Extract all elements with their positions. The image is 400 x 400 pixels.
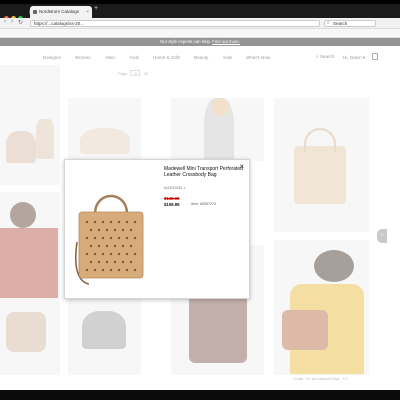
tab-strip: Nav · ... Nordstrom Catalogs × + bbox=[0, 4, 400, 21]
new-tab-button[interactable]: + bbox=[94, 5, 98, 12]
tab-label: Nordstrom Catalogs bbox=[39, 9, 80, 14]
browser-window: Nav · ... Nordstrom Catalogs × + ‹ › ↻ h… bbox=[0, 4, 400, 390]
search-icon: ⌕ bbox=[327, 20, 330, 26]
back-icon[interactable]: ‹ bbox=[4, 19, 6, 25]
quick-view-modal: × Madewell Mini Transport Perforated Lea… bbox=[64, 159, 250, 299]
bookmarks-bar: Ga...Search RSE...MAGELLAN PRE...My Acco… bbox=[0, 29, 400, 38]
tab-1[interactable]: Nordstrom Catalogs × bbox=[30, 6, 92, 18]
sale-price: $109.99 bbox=[164, 202, 180, 207]
address-bar: ‹ › ↻ https://...catalogs/ss-20... ⌕ Sea… bbox=[0, 18, 400, 29]
os-taskbar bbox=[0, 390, 400, 400]
product-brand: MADEWELL bbox=[164, 186, 186, 190]
close-tab-icon[interactable]: × bbox=[86, 6, 89, 18]
product-image bbox=[69, 170, 159, 290]
product-title[interactable]: Madewell Mini Transport Perforated Leath… bbox=[164, 166, 244, 178]
reload-icon[interactable]: ↻ bbox=[18, 19, 23, 26]
url-field[interactable]: https://...catalogs/ss-20... bbox=[30, 20, 320, 27]
browser-search-placeholder: Search bbox=[333, 21, 348, 26]
original-price: $148.00 bbox=[164, 196, 180, 201]
browser-search-field[interactable]: ⌕ Search bbox=[324, 20, 376, 27]
forward-icon[interactable]: › bbox=[11, 19, 13, 25]
favicon-icon bbox=[33, 10, 37, 14]
item-number: Item: #5397273 bbox=[191, 202, 216, 206]
